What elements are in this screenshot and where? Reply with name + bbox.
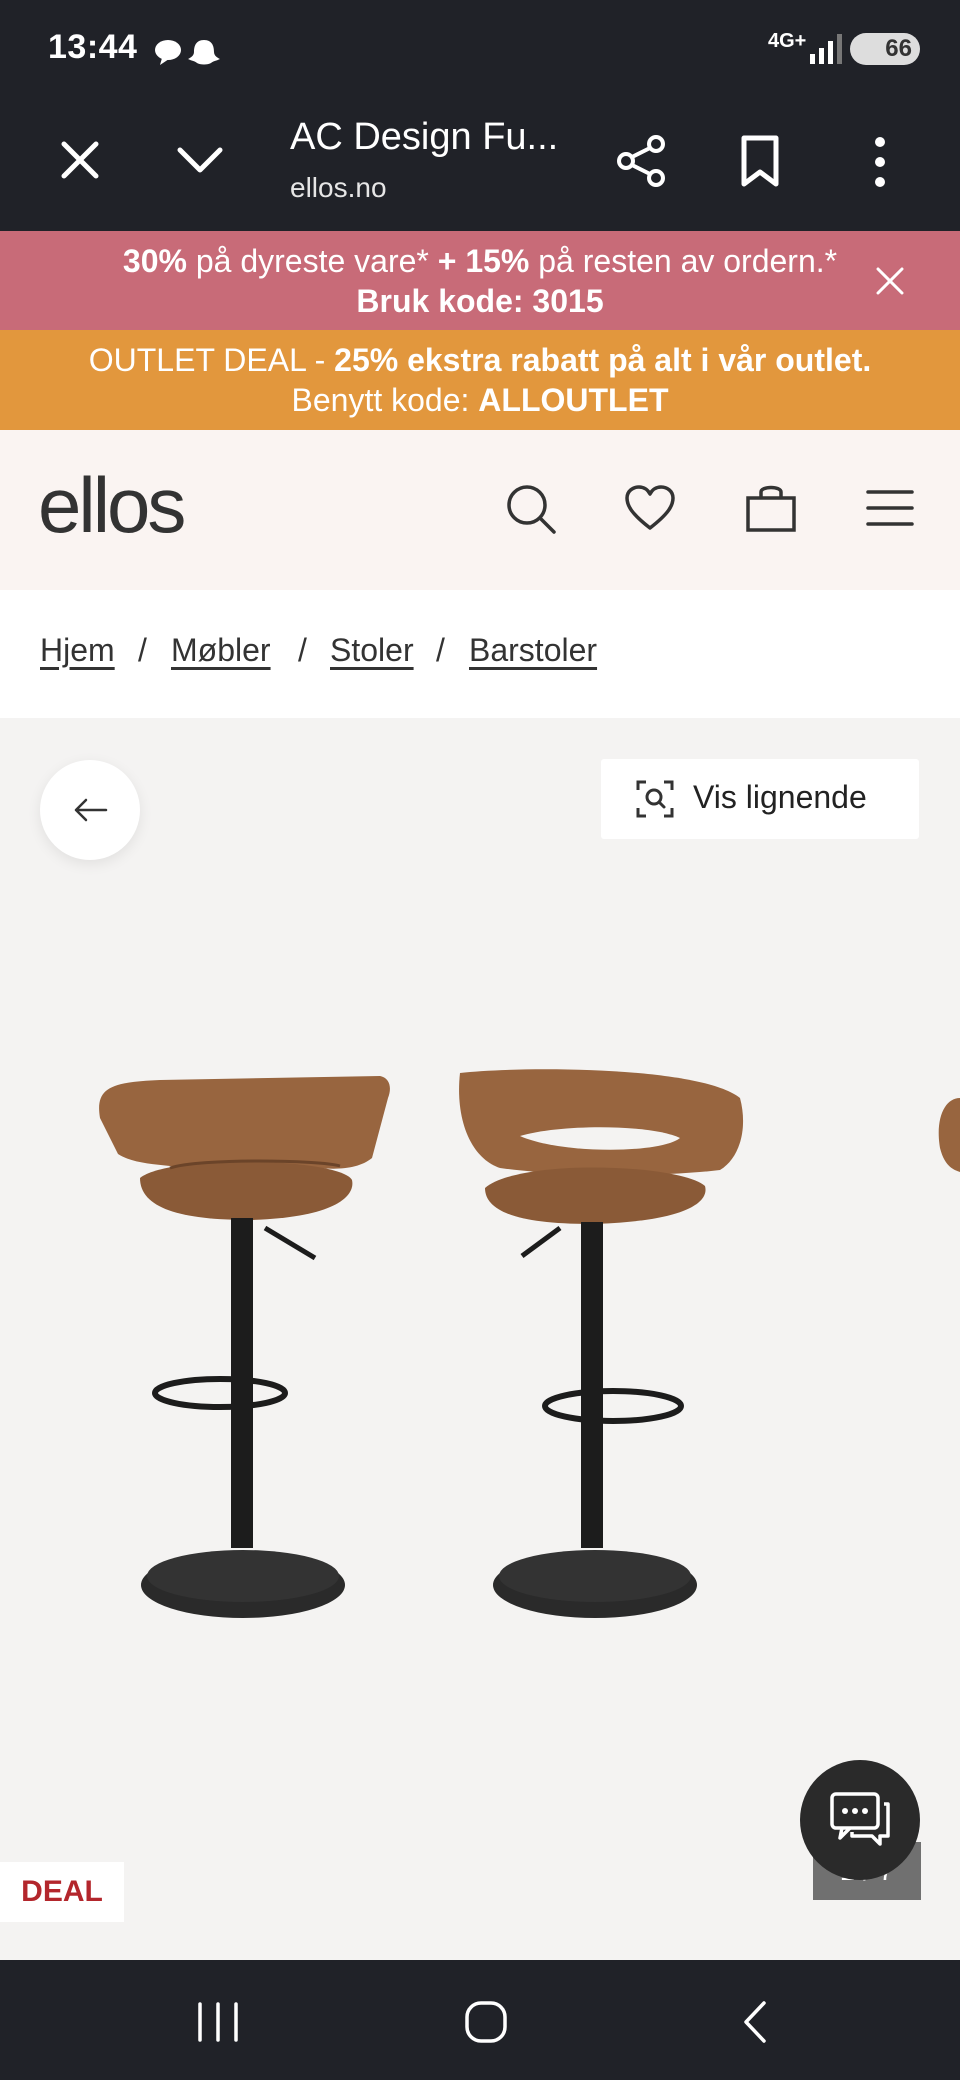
promo-text-1: på dyreste vare*: [186, 243, 438, 279]
system-navigation-bar: [0, 1960, 960, 2080]
outlet-text: OUTLET DEAL - 25% ekstra rabatt på alt i…: [60, 340, 900, 420]
notification-icons: [155, 40, 220, 65]
breadcrumb: Hjem / Møbler / Stoler / Barstoler: [0, 590, 960, 718]
heart-icon[interactable]: [624, 484, 676, 532]
outlet-prefix: OUTLET DEAL -: [88, 342, 335, 378]
promo-discount-2: + 15%: [437, 243, 530, 279]
chat-icon: [830, 1792, 890, 1846]
breadcrumb-barstoler[interactable]: Barstoler: [469, 632, 597, 669]
status-time: 13:44: [48, 28, 138, 66]
page-url[interactable]: ellos.no: [290, 172, 387, 204]
signal-icon: [810, 34, 842, 64]
visual-search-icon: [636, 780, 674, 818]
promo-banner[interactable]: 30% på dyreste vare* + 15% på resten av …: [0, 231, 960, 330]
battery-level: 66: [885, 35, 912, 62]
arrow-left-icon: [74, 798, 108, 822]
breadcrumb-mobler[interactable]: Møbler: [171, 632, 271, 669]
close-icon[interactable]: [60, 140, 100, 180]
battery-icon: 66: [850, 33, 920, 65]
cart-icon[interactable]: [744, 482, 798, 534]
show-similar-button[interactable]: Vis lignende: [601, 759, 919, 839]
back-button[interactable]: [40, 760, 140, 860]
home-icon[interactable]: [464, 2000, 508, 2044]
breadcrumb-separator: /: [298, 632, 307, 668]
deal-badge: DEAL: [0, 1862, 124, 1922]
promo-code: Bruk kode: 3015: [356, 283, 604, 319]
bar-stool-partial: [938, 1098, 960, 1172]
recent-apps-icon[interactable]: [196, 2002, 240, 2042]
promo-text-2: på resten av ordern.*: [529, 243, 838, 279]
show-similar-label: Vis lignende: [693, 779, 867, 815]
page-title[interactable]: AC Design Fu...: [290, 116, 558, 159]
outlet-code-prefix: Benytt kode:: [291, 382, 479, 418]
bar-stool-right: [459, 1069, 744, 1618]
close-banner-icon[interactable]: [876, 267, 904, 295]
breadcrumb-home[interactable]: Hjem: [40, 632, 115, 669]
outlet-banner[interactable]: OUTLET DEAL - 25% ekstra rabatt på alt i…: [0, 330, 960, 430]
breadcrumb-separator: /: [138, 632, 147, 668]
product-image[interactable]: [0, 1058, 960, 1658]
more-options-icon[interactable]: [868, 134, 892, 190]
promo-discount-1: 30%: [122, 243, 187, 279]
product-gallery[interactable]: Vis lignende DEAL 1 / 7: [0, 718, 960, 1960]
ellos-logo[interactable]: ellos: [38, 460, 186, 551]
bookmark-icon[interactable]: [738, 134, 782, 188]
status-bar: 13:44 4G+ 66: [0, 0, 960, 96]
chevron-down-icon[interactable]: [176, 144, 224, 176]
outlet-code: ALLOUTLET: [478, 382, 669, 418]
menu-icon[interactable]: [866, 488, 914, 528]
search-icon[interactable]: [504, 482, 558, 536]
breadcrumb-stoler[interactable]: Stoler: [330, 632, 414, 669]
chat-button[interactable]: [800, 1760, 920, 1880]
share-icon[interactable]: [614, 134, 668, 188]
breadcrumb-separator: /: [436, 632, 445, 668]
outlet-highlight: 25% ekstra rabatt på alt i vår outlet.: [334, 342, 872, 378]
bar-stool-left: [99, 1076, 390, 1618]
promo-text: 30% på dyreste vare* + 15% på resten av …: [110, 241, 850, 321]
back-nav-icon[interactable]: [740, 2000, 770, 2044]
browser-toolbar: AC Design Fu... ellos.no: [0, 96, 960, 231]
site-header: ellos: [0, 430, 960, 590]
network-label: 4G+: [768, 30, 807, 52]
